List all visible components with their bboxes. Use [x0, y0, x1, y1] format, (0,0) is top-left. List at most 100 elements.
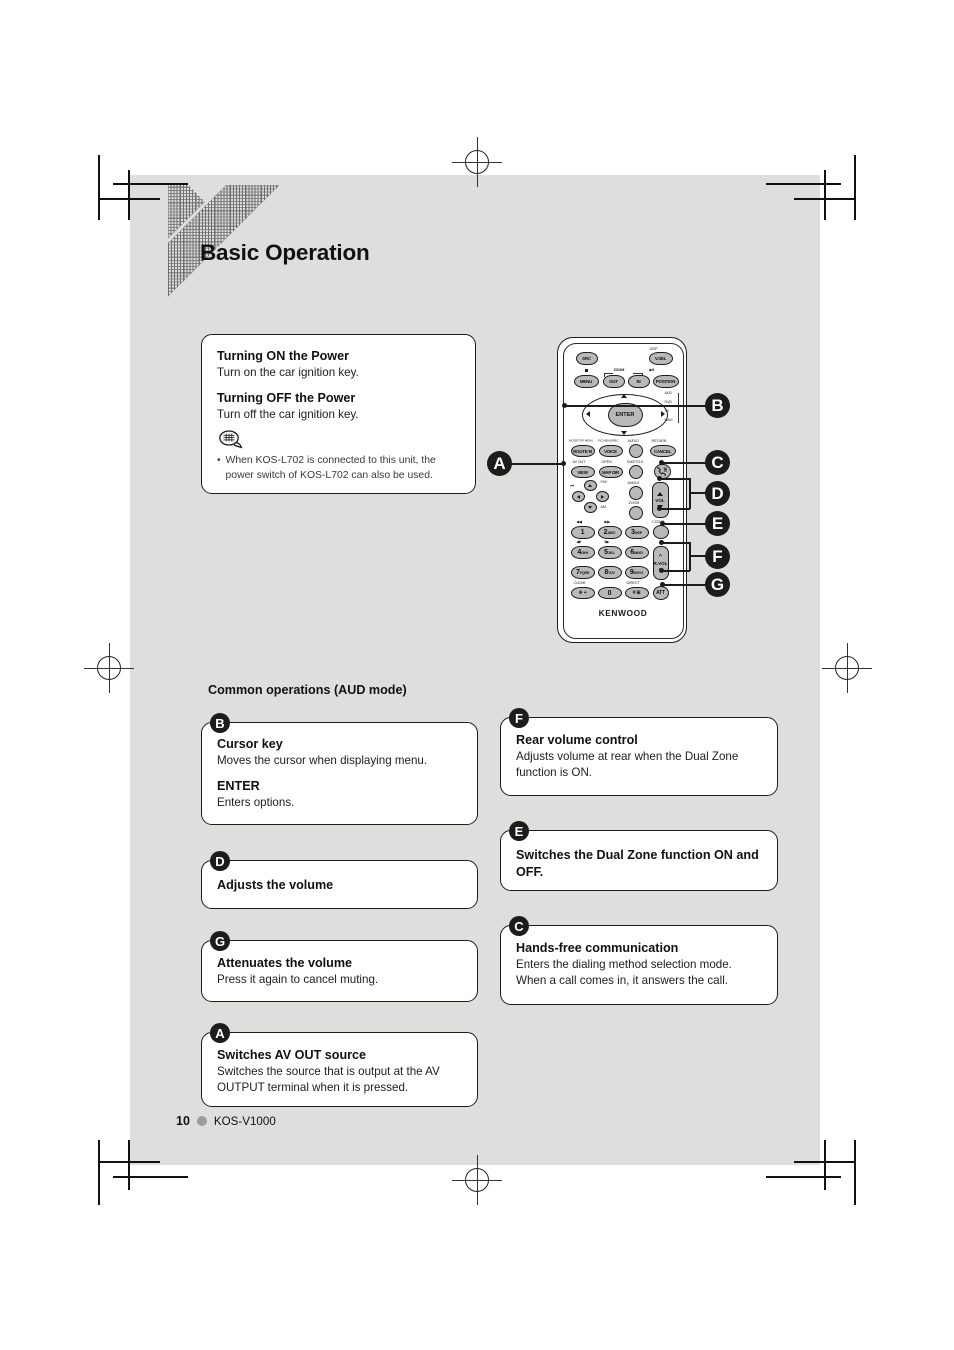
remote-label-zoom2: ZOOM — [628, 501, 640, 505]
callout-box-d-badge: D — [210, 851, 230, 871]
remote-key-9[interactable]: 9 WXYZ — [624, 566, 649, 579]
remote-label-tv: TV — [664, 409, 670, 413]
callout-a-title: Switches AV OUT source — [217, 1048, 367, 1062]
callout-a-text: Switches the source that is output at th… — [217, 1064, 440, 1095]
remote-key-star[interactable]: ✳ + — [570, 587, 595, 599]
callout-box-d: D Adjusts the volume — [201, 851, 478, 909]
remote-label-track-prev: ⏮ — [570, 484, 574, 488]
note-text: When KOS-L702 is connected to this unit,… — [225, 455, 436, 482]
remote-label-fm: FM+ — [600, 480, 608, 484]
remote-label-aud: AUD — [664, 391, 673, 395]
callout-g-text: Press it again to cancel muting. — [217, 972, 379, 986]
callout-b-title-cursor-key: Cursor key — [217, 737, 283, 751]
callout-b-text-enter: Enters options. — [217, 795, 295, 809]
callout-box-c: C Hands-free communication Enters the di… — [500, 916, 778, 1005]
remote-button-vsel[interactable]: V.SEL — [648, 352, 673, 365]
remote-button-rear-volume-rocker[interactable]: ^ R.VOL ∨ — [652, 546, 669, 580]
remote-key-3[interactable]: 3 DEF — [624, 526, 649, 539]
callout-box-e-badge: E — [509, 821, 529, 841]
remote-body: DISP SRC V.SEL ZOOM ▶II MENU OUT IN POSI… — [557, 337, 687, 643]
remote-key-2[interactable]: 2 ABC — [597, 526, 622, 539]
callout-box-g-badge: G — [210, 931, 230, 951]
callout-badge-d: D — [705, 481, 730, 506]
remote-button-position[interactable]: POSITION — [652, 375, 679, 388]
remote-label-zoom: ZOOM — [613, 368, 625, 372]
registration-mark-top — [452, 137, 502, 187]
remote-label-fwd: ▶▶ — [604, 520, 611, 524]
callout-c-text-1: Enters the dialing method selection mode… — [516, 957, 732, 971]
remote-label-picmenu-pbc: PIC.MENU/PBC — [597, 439, 618, 443]
remote-inner-frame: DISP SRC V.SEL ZOOM ▶II MENU OUT IN POSI… — [562, 343, 684, 639]
remote-stop-icon — [584, 369, 588, 373]
callout-badge-b: B — [705, 393, 730, 418]
remote-label-rvol: R.VOL — [653, 560, 668, 566]
registration-mark-right — [822, 643, 872, 693]
callout-box-e: E Switches the Dual Zone function ON and… — [500, 821, 778, 891]
remote-label-avout: AV OUT — [572, 460, 586, 464]
remote-key-1[interactable]: 1 — [570, 526, 595, 539]
remote-button-menu[interactable]: MENU — [573, 375, 599, 388]
remote-button-view[interactable]: VIEW — [570, 466, 595, 478]
remote-key-5[interactable]: 5 JKL — [597, 546, 622, 559]
remote-button-mapdir[interactable]: MAP DIR — [598, 466, 623, 478]
remote-label-disp: DISP — [649, 347, 658, 351]
callout-f-text: Adjusts volume at rear when the Dual Zon… — [516, 749, 739, 780]
callout-box-a-badge: A — [210, 1023, 230, 1043]
footer-dot-icon — [196, 1116, 207, 1126]
remote-label-clear: CLEAR — [573, 581, 586, 585]
page-number: 10 — [176, 1114, 190, 1128]
remote-label-pause-right: II▶ — [604, 540, 610, 544]
remote-key-4[interactable]: 4 GHI — [570, 546, 595, 559]
remote-button-phone[interactable] — [653, 464, 671, 479]
remote-button-cancel[interactable]: CANCEL — [649, 445, 676, 457]
remote-button-zoom-out[interactable]: OUT — [602, 375, 625, 388]
remote-label-navi: NAVI — [664, 418, 673, 422]
callout-box-b: B Cursor key Moves the cursor when displ… — [201, 713, 478, 825]
remote-button-zoom-in[interactable]: IN — [627, 375, 650, 388]
remote-key-hash[interactable]: # ⊞ — [624, 587, 649, 599]
remote-button-fm-up[interactable] — [583, 480, 597, 491]
remote-label-audio: AUDIO — [627, 439, 639, 443]
callout-box-f-badge: F — [509, 708, 529, 728]
remote-key-8[interactable]: 8 TUV — [597, 566, 622, 579]
remote-label-return: RETURN — [651, 439, 667, 443]
callout-c-title: Hands-free communication — [516, 941, 679, 955]
remote-button-subtitle[interactable] — [628, 465, 643, 479]
remote-key-0[interactable]: 0 — [597, 587, 622, 599]
remote-button-zoom2[interactable] — [628, 506, 643, 520]
remote-button-voice[interactable]: VOICE — [598, 445, 623, 457]
remote-cursor-down-icon[interactable] — [621, 431, 627, 435]
power-on-text: Turn on the car ignition key. — [217, 365, 359, 379]
remote-key-7[interactable]: 7 PQRS — [570, 566, 595, 579]
remote-button-angle[interactable] — [628, 486, 643, 500]
remote-label-subtitle: SUBTITLE — [626, 460, 644, 464]
phone-icon — [656, 466, 667, 476]
remote-button-2zone[interactable] — [652, 525, 669, 539]
callout-badge-c: C — [705, 450, 730, 475]
callout-box-c-badge: C — [509, 916, 529, 936]
page-footer: 10 KOS-V1000 — [176, 1114, 276, 1128]
remote-cursor-left-icon[interactable] — [585, 410, 590, 417]
remote-button-volume-rocker[interactable]: VOL — [651, 482, 669, 518]
remote-button-routem[interactable]: ROUTE M — [570, 445, 595, 457]
remote-button-src[interactable]: SRC — [575, 352, 598, 365]
remote-label-pause-left: ◀II — [576, 540, 582, 544]
callout-box-a: A Switches AV OUT source Switches the so… — [201, 1023, 478, 1107]
remote-label-open: OPEN — [601, 460, 612, 464]
note-bullet: • — [217, 455, 221, 467]
remote-cursor-up-icon[interactable] — [621, 394, 627, 398]
callout-e-title: Switches the Dual Zone function ON and O… — [516, 848, 759, 879]
remote-button-audio[interactable] — [628, 444, 643, 458]
remote-button-am-down[interactable] — [583, 502, 597, 513]
remote-label-vol: VOL — [655, 497, 665, 503]
power-on-title: Turning ON the Power — [217, 349, 350, 363]
callout-f-title: Rear volume control — [516, 733, 638, 747]
remote-button-seek-next[interactable] — [595, 491, 609, 502]
callout-b-title-enter: ENTER — [217, 779, 260, 794]
callout-badge-e: E — [705, 511, 730, 536]
power-off-text: Turn off the car ignition key. — [217, 407, 359, 421]
callout-box-g: G Attenuates the volume Press it again t… — [201, 931, 478, 1002]
remote-key-6[interactable]: 6 MNO — [624, 546, 649, 559]
remote-button-seek-prev[interactable] — [571, 491, 585, 502]
remote-button-att[interactable]: ATT — [652, 586, 669, 600]
